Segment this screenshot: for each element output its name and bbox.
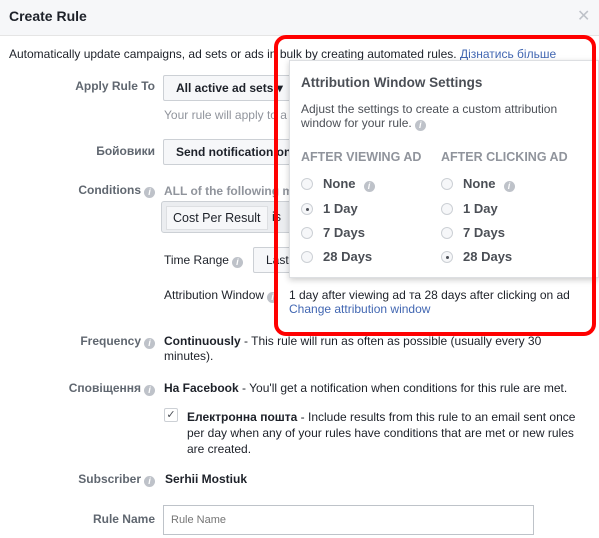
facebook-desc: - You'll get a notification when conditi… — [238, 381, 568, 395]
apply-rule-label: Apply Rule To — [75, 79, 155, 93]
info-icon: i — [267, 292, 279, 303]
popover-desc: Adjust the settings to create a custom a… — [301, 102, 571, 131]
dialog-header — [0, 0, 599, 36]
option-label: 28 Days — [323, 249, 373, 264]
option-label: None — [463, 176, 496, 191]
condition-operator[interactable]: is — [272, 210, 281, 224]
click-option-7-days[interactable]: 7 Days — [441, 225, 568, 240]
popover-title: Attribution Window Settings — [301, 75, 483, 90]
view-option-1-day[interactable]: 1 Day — [301, 201, 421, 216]
attribution-popover: Attribution Window Settings Adjust the s… — [289, 60, 599, 278]
info-icon: i — [231, 257, 243, 268]
frequency-label: Frequency i — [80, 334, 155, 349]
subscriber-value: Serhii Mostiuk — [165, 472, 248, 486]
time-range-text: Time Range — [164, 253, 229, 267]
option-label: 7 Days — [323, 225, 365, 240]
click-option-28-days[interactable]: 28 Days — [441, 249, 568, 264]
popover-desc-text: Adjust the settings to create a custom a… — [301, 102, 558, 130]
info-icon: i — [144, 385, 155, 396]
condition-row: Cost Per Result is — [161, 201, 301, 233]
radio-button[interactable] — [301, 251, 313, 263]
radio-button[interactable] — [441, 178, 453, 190]
radio-button[interactable] — [301, 227, 313, 239]
attribution-label: Attribution Window i — [164, 288, 279, 303]
time-range-label: Time Range i — [164, 253, 243, 268]
option-label: None — [323, 176, 356, 191]
rule-name-label: Rule Name — [92, 512, 155, 526]
frequency-text: Continuously - This rule will run as oft… — [164, 334, 544, 364]
facebook-label: На Facebook — [164, 381, 239, 395]
email-notification: Електронна пошта - Include results from … — [187, 409, 582, 457]
radio-button[interactable] — [441, 203, 453, 215]
view-option-7-days[interactable]: 7 Days — [301, 225, 421, 240]
apply-rule-helper: Your rule will apply to a — [164, 108, 287, 122]
close-icon[interactable]: ✕ — [577, 6, 590, 26]
view-option-28-days[interactable]: 28 Days — [301, 249, 421, 264]
action-dropdown[interactable]: Send notification on — [163, 139, 303, 165]
attribution-label-text: Attribution Window — [164, 288, 265, 302]
conditions-label-text: Conditions — [78, 183, 141, 197]
info-icon: i — [363, 181, 375, 192]
info-icon: i — [144, 338, 155, 349]
radio-button[interactable] — [301, 203, 313, 215]
click-option-1-day[interactable]: 1 Day — [441, 201, 568, 216]
caret-down-icon: ▾ — [276, 81, 283, 95]
condition-metric[interactable]: Cost Per Result — [166, 206, 268, 230]
apply-rule-value: All active ad sets — [176, 81, 274, 95]
info-icon: i — [414, 120, 426, 131]
subscriber-label-text: Subscriber — [78, 472, 141, 486]
view-option-none[interactable]: None i — [301, 176, 421, 192]
learn-more-link[interactable]: Дізнатись більше — [460, 47, 556, 61]
info-icon: i — [144, 187, 155, 198]
dialog-title: Create Rule — [9, 8, 87, 24]
info-icon: i — [144, 476, 155, 487]
view-header: AFTER VIEWING AD — [301, 150, 422, 164]
notifications-label-text: Сповіщення — [68, 381, 141, 395]
radio-button[interactable] — [441, 227, 453, 239]
frequency-label-text: Frequency — [80, 334, 141, 348]
option-label: 1 Day — [463, 201, 498, 216]
click-header: AFTER CLICKING AD — [441, 150, 568, 164]
email-checkbox[interactable]: ✓ — [164, 408, 178, 422]
notifications-label: Сповіщення i — [69, 381, 155, 396]
click-column: AFTER CLICKING AD None i 1 Day 7 Days 28 Day… — [441, 150, 568, 264]
view-column: AFTER VIEWING AD None i 1 Day 7 Days 28 Days — [301, 150, 421, 264]
facebook-notification: На Facebook - You'll get a notification … — [164, 381, 567, 395]
subscriber-label: Subscriber i — [78, 472, 155, 487]
radio-button[interactable] — [301, 178, 313, 190]
info-icon: i — [503, 181, 515, 192]
conditions-label: Conditions i — [78, 183, 155, 198]
frequency-value: Continuously — [164, 334, 241, 348]
intro-desc: Automatically update campaigns, ad sets … — [9, 47, 457, 61]
attribution-summary: 1 day after viewing ad та 28 days after … — [289, 288, 570, 302]
click-option-none[interactable]: None i — [441, 176, 568, 192]
rule-name-input[interactable] — [163, 505, 534, 535]
conditions-text: ALL of the following m — [164, 184, 294, 198]
change-attribution-link[interactable]: Change attribution window — [289, 302, 430, 316]
action-label: Бойовики — [96, 144, 155, 158]
radio-button[interactable] — [441, 251, 453, 263]
email-label: Електронна пошта — [187, 410, 298, 424]
option-label: 28 Days — [463, 249, 513, 264]
option-label: 7 Days — [463, 225, 505, 240]
intro-text: Automatically update campaigns, ad sets … — [9, 47, 556, 61]
option-label: 1 Day — [323, 201, 358, 216]
